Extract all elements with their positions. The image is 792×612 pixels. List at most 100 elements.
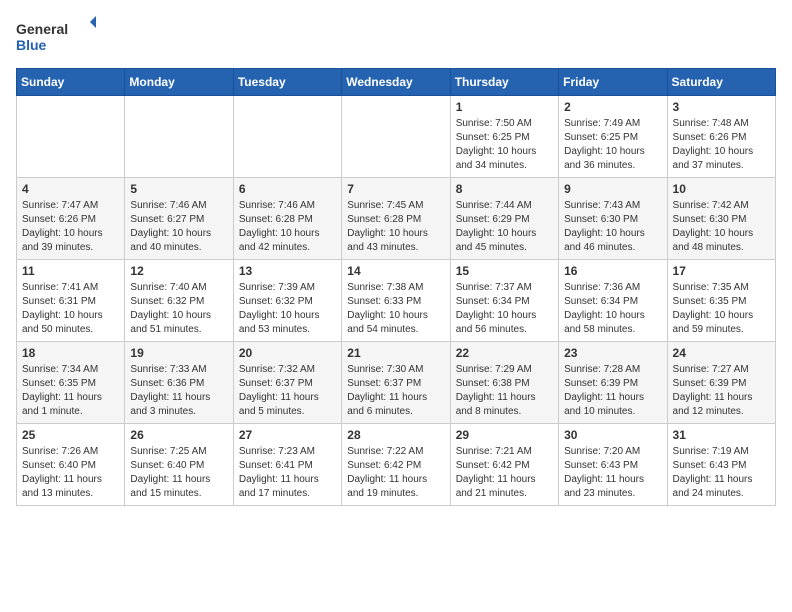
calendar-cell: 13 Sunrise: 7:39 AM Sunset: 6:32 PM Dayli… bbox=[233, 260, 341, 342]
calendar-cell: 10 Sunrise: 7:42 AM Sunset: 6:30 PM Dayli… bbox=[667, 178, 775, 260]
day-info: Sunrise: 7:47 AM Sunset: 6:26 PM Dayligh… bbox=[22, 199, 119, 255]
day-number: 15 bbox=[456, 264, 553, 278]
weekday-header: Friday bbox=[559, 69, 667, 96]
calendar-cell: 5Sunrise: 7:46 AM Sunset: 6:27 PM Daylig… bbox=[125, 178, 233, 260]
calendar-cell: 22Sunrise: 7:29 AM Sunset: 6:38 PM Dayli… bbox=[450, 342, 558, 424]
day-info: Sunrise: 7:26 AM Sunset: 6:40 PM Dayligh… bbox=[22, 445, 119, 501]
calendar-cell: 28 Sunrise: 7:22 AM Sunset: 6:42 PM Dayli… bbox=[342, 424, 450, 506]
day-number: 19 bbox=[130, 346, 227, 360]
calendar-cell: 24 Sunrise: 7:27 AM Sunset: 6:39 PM Dayli… bbox=[667, 342, 775, 424]
day-number: 11 bbox=[22, 264, 119, 278]
calendar-body: 1 Sunrise: 7:50 AM Sunset: 6:25 PM Daylig… bbox=[17, 96, 776, 506]
day-number: 28 bbox=[347, 428, 444, 442]
day-number: 14 bbox=[347, 264, 444, 278]
calendar-cell: 6 Sunrise: 7:46 AM Sunset: 6:28 PM Daylig… bbox=[233, 178, 341, 260]
calendar-cell: 23 Sunrise: 7:28 AM Sunset: 6:39 PM Dayli… bbox=[559, 342, 667, 424]
weekday-row: SundayMondayTuesdayWednesdayThursdayFrid… bbox=[17, 69, 776, 96]
day-info: Sunrise: 7:41 AM Sunset: 6:31 PM Dayligh… bbox=[22, 281, 119, 337]
calendar-cell: 16Sunrise: 7:36 AM Sunset: 6:34 PM Dayli… bbox=[559, 260, 667, 342]
day-info: Sunrise: 7:22 AM Sunset: 6:42 PM Dayligh… bbox=[347, 445, 444, 501]
weekday-header: Sunday bbox=[17, 69, 125, 96]
day-info: Sunrise: 7:40 AM Sunset: 6:32 PM Dayligh… bbox=[130, 281, 227, 337]
day-info: Sunrise: 7:42 AM Sunset: 6:30 PM Dayligh… bbox=[673, 199, 770, 255]
day-number: 23 bbox=[564, 346, 661, 360]
day-number: 24 bbox=[673, 346, 770, 360]
day-info: Sunrise: 7:32 AM Sunset: 6:37 PM Dayligh… bbox=[239, 363, 336, 419]
calendar-week-row: 18Sunrise: 7:34 AM Sunset: 6:35 PM Dayli… bbox=[17, 342, 776, 424]
calendar-cell: 18Sunrise: 7:34 AM Sunset: 6:35 PM Dayli… bbox=[17, 342, 125, 424]
weekday-header: Wednesday bbox=[342, 69, 450, 96]
day-number: 12 bbox=[130, 264, 227, 278]
calendar-cell bbox=[233, 96, 341, 178]
svg-text:General: General bbox=[16, 21, 68, 37]
logo-svg: General Blue bbox=[16, 16, 96, 58]
calendar-week-row: 1 Sunrise: 7:50 AM Sunset: 6:25 PM Daylig… bbox=[17, 96, 776, 178]
weekday-header: Thursday bbox=[450, 69, 558, 96]
calendar-cell: 31 Sunrise: 7:19 AM Sunset: 6:43 PM Dayli… bbox=[667, 424, 775, 506]
day-info: Sunrise: 7:50 AM Sunset: 6:25 PM Dayligh… bbox=[456, 117, 553, 173]
calendar-week-row: 11 Sunrise: 7:41 AM Sunset: 6:31 PM Dayli… bbox=[17, 260, 776, 342]
day-number: 22 bbox=[456, 346, 553, 360]
day-number: 27 bbox=[239, 428, 336, 442]
calendar-cell: 4 Sunrise: 7:47 AM Sunset: 6:26 PM Daylig… bbox=[17, 178, 125, 260]
day-number: 30 bbox=[564, 428, 661, 442]
calendar-cell bbox=[342, 96, 450, 178]
calendar-cell: 19 Sunrise: 7:33 AM Sunset: 6:36 PM Dayli… bbox=[125, 342, 233, 424]
day-info: Sunrise: 7:45 AM Sunset: 6:28 PM Dayligh… bbox=[347, 199, 444, 255]
day-info: Sunrise: 7:44 AM Sunset: 6:29 PM Dayligh… bbox=[456, 199, 553, 255]
day-number: 8 bbox=[456, 182, 553, 196]
calendar-cell: 12 Sunrise: 7:40 AM Sunset: 6:32 PM Dayli… bbox=[125, 260, 233, 342]
day-number: 2 bbox=[564, 100, 661, 114]
day-info: Sunrise: 7:37 AM Sunset: 6:34 PM Dayligh… bbox=[456, 281, 553, 337]
calendar-cell: 7 Sunrise: 7:45 AM Sunset: 6:28 PM Daylig… bbox=[342, 178, 450, 260]
weekday-header: Tuesday bbox=[233, 69, 341, 96]
day-info: Sunrise: 7:28 AM Sunset: 6:39 PM Dayligh… bbox=[564, 363, 661, 419]
day-number: 31 bbox=[673, 428, 770, 442]
calendar-cell: 29 Sunrise: 7:21 AM Sunset: 6:42 PM Dayli… bbox=[450, 424, 558, 506]
day-info: Sunrise: 7:35 AM Sunset: 6:35 PM Dayligh… bbox=[673, 281, 770, 337]
day-number: 20 bbox=[239, 346, 336, 360]
day-info: Sunrise: 7:39 AM Sunset: 6:32 PM Dayligh… bbox=[239, 281, 336, 337]
page-header: General Blue bbox=[16, 16, 776, 58]
calendar-cell: 9 Sunrise: 7:43 AM Sunset: 6:30 PM Daylig… bbox=[559, 178, 667, 260]
calendar-cell: 25Sunrise: 7:26 AM Sunset: 6:40 PM Dayli… bbox=[17, 424, 125, 506]
day-number: 1 bbox=[456, 100, 553, 114]
day-number: 17 bbox=[673, 264, 770, 278]
day-info: Sunrise: 7:23 AM Sunset: 6:41 PM Dayligh… bbox=[239, 445, 336, 501]
day-info: Sunrise: 7:34 AM Sunset: 6:35 PM Dayligh… bbox=[22, 363, 119, 419]
calendar-cell: 14 Sunrise: 7:38 AM Sunset: 6:33 PM Dayli… bbox=[342, 260, 450, 342]
calendar-week-row: 25Sunrise: 7:26 AM Sunset: 6:40 PM Dayli… bbox=[17, 424, 776, 506]
day-number: 9 bbox=[564, 182, 661, 196]
day-number: 5 bbox=[130, 182, 227, 196]
day-info: Sunrise: 7:38 AM Sunset: 6:33 PM Dayligh… bbox=[347, 281, 444, 337]
day-info: Sunrise: 7:21 AM Sunset: 6:42 PM Dayligh… bbox=[456, 445, 553, 501]
day-number: 29 bbox=[456, 428, 553, 442]
calendar-cell: 27 Sunrise: 7:23 AM Sunset: 6:41 PM Dayli… bbox=[233, 424, 341, 506]
day-info: Sunrise: 7:33 AM Sunset: 6:36 PM Dayligh… bbox=[130, 363, 227, 419]
calendar-cell: 2Sunrise: 7:49 AM Sunset: 6:25 PM Daylig… bbox=[559, 96, 667, 178]
day-number: 26 bbox=[130, 428, 227, 442]
calendar-cell: 8 Sunrise: 7:44 AM Sunset: 6:29 PM Daylig… bbox=[450, 178, 558, 260]
calendar-cell: 1 Sunrise: 7:50 AM Sunset: 6:25 PM Daylig… bbox=[450, 96, 558, 178]
day-number: 3 bbox=[673, 100, 770, 114]
calendar-cell: 15 Sunrise: 7:37 AM Sunset: 6:34 PM Dayli… bbox=[450, 260, 558, 342]
day-number: 10 bbox=[673, 182, 770, 196]
calendar-cell: 20 Sunrise: 7:32 AM Sunset: 6:37 PM Dayli… bbox=[233, 342, 341, 424]
calendar-table: SundayMondayTuesdayWednesdayThursdayFrid… bbox=[16, 68, 776, 506]
day-info: Sunrise: 7:46 AM Sunset: 6:28 PM Dayligh… bbox=[239, 199, 336, 255]
calendar-header: SundayMondayTuesdayWednesdayThursdayFrid… bbox=[17, 69, 776, 96]
day-number: 4 bbox=[22, 182, 119, 196]
day-number: 6 bbox=[239, 182, 336, 196]
calendar-week-row: 4 Sunrise: 7:47 AM Sunset: 6:26 PM Daylig… bbox=[17, 178, 776, 260]
day-info: Sunrise: 7:19 AM Sunset: 6:43 PM Dayligh… bbox=[673, 445, 770, 501]
day-number: 16 bbox=[564, 264, 661, 278]
day-info: Sunrise: 7:48 AM Sunset: 6:26 PM Dayligh… bbox=[673, 117, 770, 173]
day-number: 21 bbox=[347, 346, 444, 360]
day-info: Sunrise: 7:43 AM Sunset: 6:30 PM Dayligh… bbox=[564, 199, 661, 255]
calendar-cell: 26Sunrise: 7:25 AM Sunset: 6:40 PM Dayli… bbox=[125, 424, 233, 506]
weekday-header: Saturday bbox=[667, 69, 775, 96]
weekday-header: Monday bbox=[125, 69, 233, 96]
day-number: 13 bbox=[239, 264, 336, 278]
day-info: Sunrise: 7:27 AM Sunset: 6:39 PM Dayligh… bbox=[673, 363, 770, 419]
day-number: 7 bbox=[347, 182, 444, 196]
